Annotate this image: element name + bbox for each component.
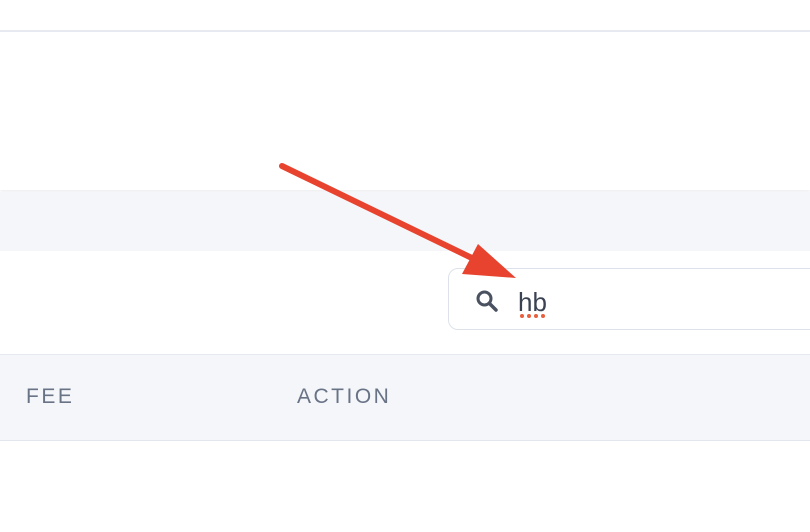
section-band	[0, 192, 810, 251]
page: FEE ACTION	[0, 0, 810, 532]
column-header-fee[interactable]: FEE	[26, 385, 74, 409]
column-header-action[interactable]: ACTION	[297, 385, 391, 409]
spellcheck-underline	[520, 314, 545, 318]
header-panel	[0, 32, 810, 190]
search-input[interactable]	[518, 282, 798, 322]
search-icon[interactable]	[475, 289, 499, 313]
table-header-row	[0, 354, 810, 441]
